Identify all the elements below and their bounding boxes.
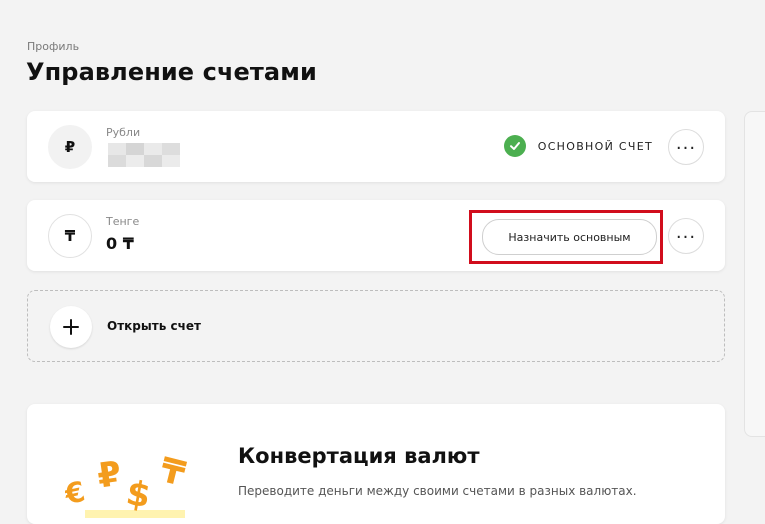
more-button[interactable]: ... xyxy=(668,129,704,165)
account-name: Тенге xyxy=(106,215,140,228)
open-account-button[interactable]: Открыть счет xyxy=(27,290,725,362)
account-name: Рубли xyxy=(106,126,141,139)
page-title: Управление счетами xyxy=(26,58,317,86)
currency-symbols-art: € ₽ $ ₸ xyxy=(65,452,189,518)
breadcrumb[interactable]: Профиль xyxy=(27,40,79,53)
promo-title: Конвертация валют xyxy=(238,444,480,468)
primary-account-status: ОСНОВНОЙ СЧЕТ xyxy=(503,135,653,157)
check-icon xyxy=(503,135,526,157)
more-icon: ... xyxy=(675,133,697,154)
promo-text: Переводите деньги между своими счетами в… xyxy=(238,484,637,498)
tenge-symbol: ₸ xyxy=(156,452,189,495)
primary-account-label: ОСНОВНОЙ СЧЕТ xyxy=(537,139,653,153)
plus-icon xyxy=(50,306,92,348)
account-balance: 0 ₸ xyxy=(106,234,134,253)
more-button[interactable]: ... xyxy=(668,218,704,254)
currency-conversion-promo[interactable]: € ₽ $ ₸ Конвертация валют Переводите ден… xyxy=(27,404,725,524)
tenge-icon: ₸ xyxy=(48,214,92,258)
ruble-icon: ₽ xyxy=(48,125,92,169)
euro-symbol: € xyxy=(65,475,88,512)
account-card-rubles[interactable]: ₽ Рубли ОСНОВНОЙ СЧЕТ ... xyxy=(27,111,725,182)
open-account-label: Открыть счет xyxy=(107,319,201,333)
set-primary-button[interactable]: Назначить основным xyxy=(482,219,657,255)
ruble-symbol: ₽ xyxy=(95,454,124,497)
side-panel xyxy=(744,111,765,437)
account-card-tenge[interactable]: ₸ Тенге 0 ₸ Назначить основным ... xyxy=(27,200,725,271)
hidden-balance xyxy=(108,143,180,167)
more-icon: ... xyxy=(675,222,697,243)
